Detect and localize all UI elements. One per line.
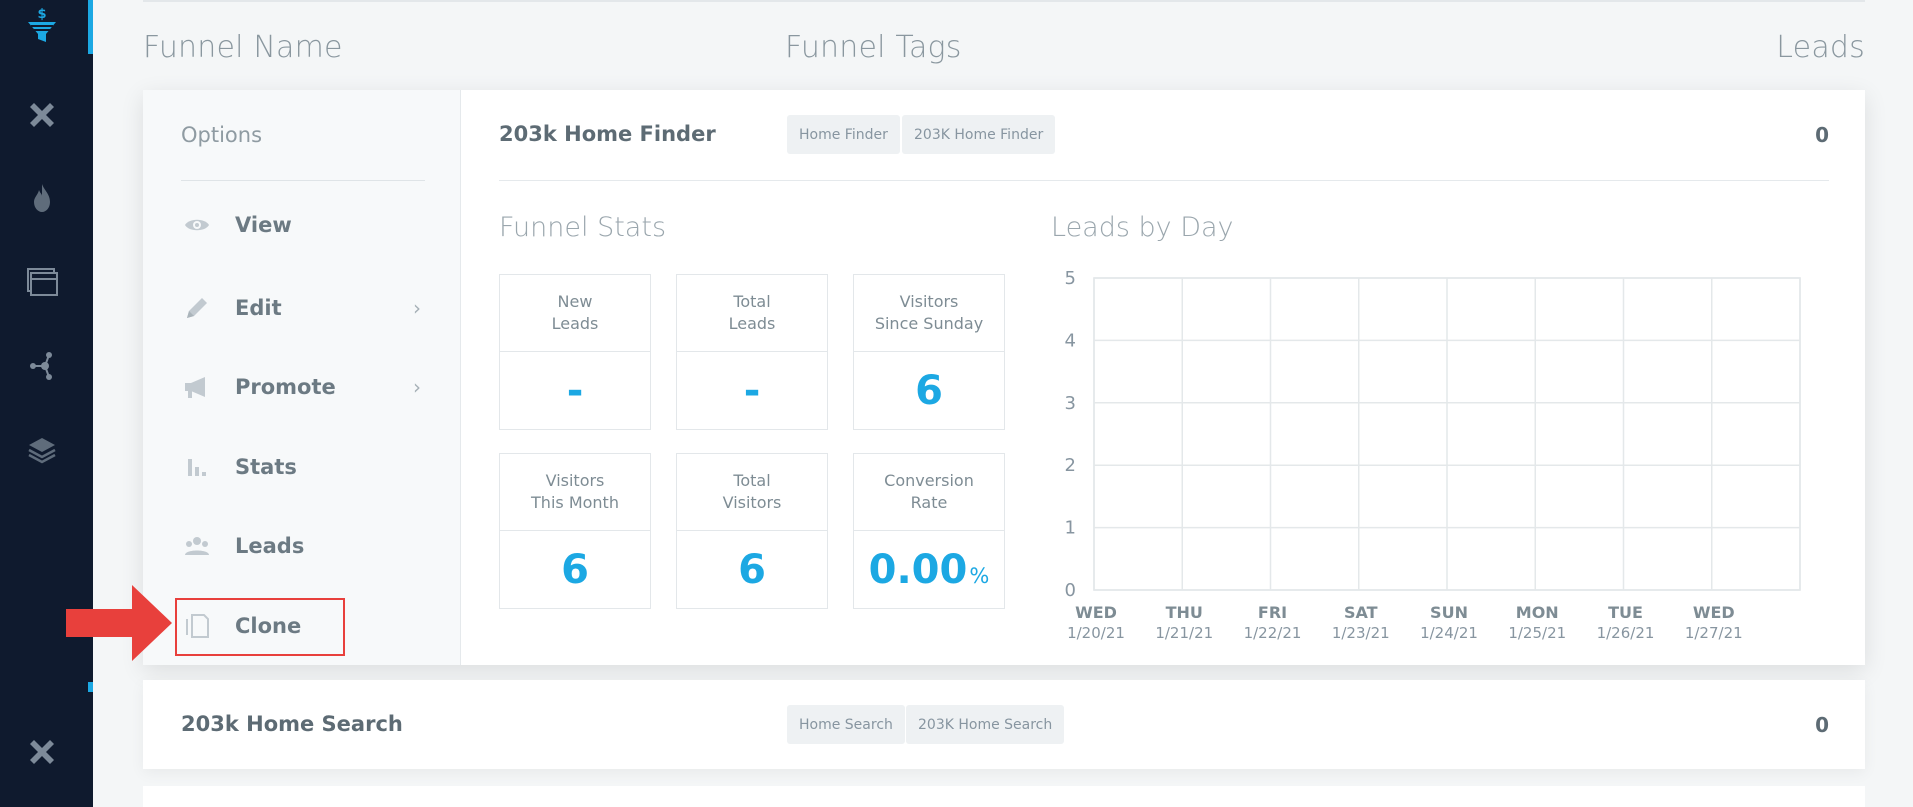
stat-value: - <box>566 368 584 414</box>
x-tick-day: MON <box>1516 603 1559 622</box>
funnel-tag[interactable]: 203K Home Finder <box>902 115 1056 154</box>
option-label: Edit <box>235 296 282 320</box>
chevron-right-icon: › <box>413 375 421 399</box>
column-header-leads[interactable]: Leads <box>1776 30 1865 65</box>
y-tick-label: 5 <box>1065 268 1076 289</box>
top-divider <box>143 0 1865 2</box>
x-tick-date: 1/24/21 <box>1420 624 1478 642</box>
sidebar-scroll-indicator <box>88 682 93 692</box>
x-tick-day: THU <box>1166 603 1203 622</box>
sidebar: $ <box>0 0 93 807</box>
option-label: Promote <box>235 375 336 399</box>
funnel-name[interactable]: 203k Home Finder <box>499 122 716 146</box>
column-header-name[interactable]: Funnel Name <box>143 30 343 65</box>
stat-value: 6 <box>561 547 589 593</box>
x-tick-date: 1/22/21 <box>1244 624 1302 642</box>
option-leads[interactable]: Leads <box>181 521 425 571</box>
column-header-tags[interactable]: Funnel Tags <box>785 30 962 65</box>
option-label: Leads <box>235 534 305 558</box>
option-edit[interactable]: Edit › <box>181 283 425 333</box>
pencil-icon <box>181 292 213 324</box>
eye-icon <box>181 209 213 241</box>
svg-text:$: $ <box>37 7 46 22</box>
funnel-stats-title: Funnel Stats <box>499 212 667 243</box>
stat-total-leads: Total Leads - <box>676 274 828 430</box>
y-tick-label: 0 <box>1065 580 1076 601</box>
stat-label: Leads <box>728 314 776 333</box>
option-view[interactable]: View <box>181 200 425 250</box>
stat-label: Total <box>733 292 771 311</box>
megaphone-icon <box>181 371 213 403</box>
stat-label: Visitors <box>545 471 605 490</box>
funnel-tag[interactable]: Home Search <box>787 705 905 744</box>
funnel-lead-count: 0 <box>1815 123 1829 147</box>
stat-label: Visitors <box>722 493 782 512</box>
stat-label: This Month <box>531 493 619 512</box>
stat-total-visitors: Total Visitors 6 <box>676 453 828 609</box>
x-tick-day: FRI <box>1258 603 1287 622</box>
funnel-lead-count: 0 <box>1815 713 1829 737</box>
flame-icon[interactable] <box>22 178 62 218</box>
option-stats[interactable]: Stats <box>181 442 425 492</box>
bar-chart-icon <box>181 451 213 483</box>
layers-icon[interactable] <box>22 430 62 470</box>
y-tick-label: 4 <box>1065 330 1076 351</box>
x-tick-date: 1/25/21 <box>1508 624 1566 642</box>
y-tick-label: 2 <box>1065 455 1076 476</box>
x-tick-day: TUE <box>1608 603 1643 622</box>
funnel-card-partial[interactable] <box>143 786 1865 807</box>
tools-bottom-icon[interactable] <box>22 732 62 772</box>
leads-by-day-chart: 0 1 2 3 4 5 WED 1/20/21 THU 1/21/21 FRI 1/22/21 SAT 1… <box>1065 268 1801 642</box>
option-promote[interactable]: Promote › <box>181 362 425 412</box>
windows-icon[interactable] <box>22 262 62 302</box>
network-icon[interactable] <box>22 346 62 386</box>
funnel-dollar-icon[interactable]: $ <box>22 6 62 46</box>
stat-label: Leads <box>551 314 599 333</box>
options-divider <box>181 180 425 181</box>
y-tick-label: 3 <box>1065 393 1076 414</box>
stat-value: 6 <box>738 547 766 593</box>
tools-icon[interactable] <box>22 95 62 135</box>
x-tick-date: 1/23/21 <box>1332 624 1390 642</box>
option-label: View <box>235 213 292 237</box>
stat-label: New <box>557 292 593 311</box>
options-panel: Options View Edit › Promote › Stats Lead… <box>143 90 461 665</box>
x-tick-day: SAT <box>1344 603 1378 622</box>
funnel-card-collapsed[interactable]: 203k Home Search Home Search 203K Home S… <box>143 680 1865 769</box>
x-tick-day: SUN <box>1430 603 1468 622</box>
y-tick-label: 1 <box>1065 518 1076 539</box>
red-arrow-annotation <box>66 585 172 661</box>
clone-highlight-box <box>175 598 345 656</box>
x-tick-date: 1/20/21 <box>1067 624 1125 642</box>
x-tick-day: WED <box>1693 603 1735 622</box>
chevron-right-icon: › <box>413 296 421 320</box>
stat-value: - <box>743 368 761 414</box>
stat-label: Total <box>733 471 771 490</box>
stat-visitors-this-month: Visitors This Month 6 <box>499 453 651 609</box>
stat-new-leads: New Leads - <box>499 274 651 430</box>
funnel-tag[interactable]: Home Finder <box>787 115 900 154</box>
x-tick-day: WED <box>1075 603 1117 622</box>
option-label: Stats <box>235 455 297 479</box>
options-title: Options <box>181 123 263 147</box>
funnel-tag[interactable]: 203K Home Search <box>906 705 1065 744</box>
funnel-name[interactable]: 203k Home Search <box>181 712 403 736</box>
x-tick-date: 1/27/21 <box>1685 624 1743 642</box>
x-tick-date: 1/26/21 <box>1597 624 1655 642</box>
people-icon <box>181 530 213 562</box>
sidebar-active-indicator <box>88 0 93 54</box>
x-tick-date: 1/21/21 <box>1155 624 1213 642</box>
